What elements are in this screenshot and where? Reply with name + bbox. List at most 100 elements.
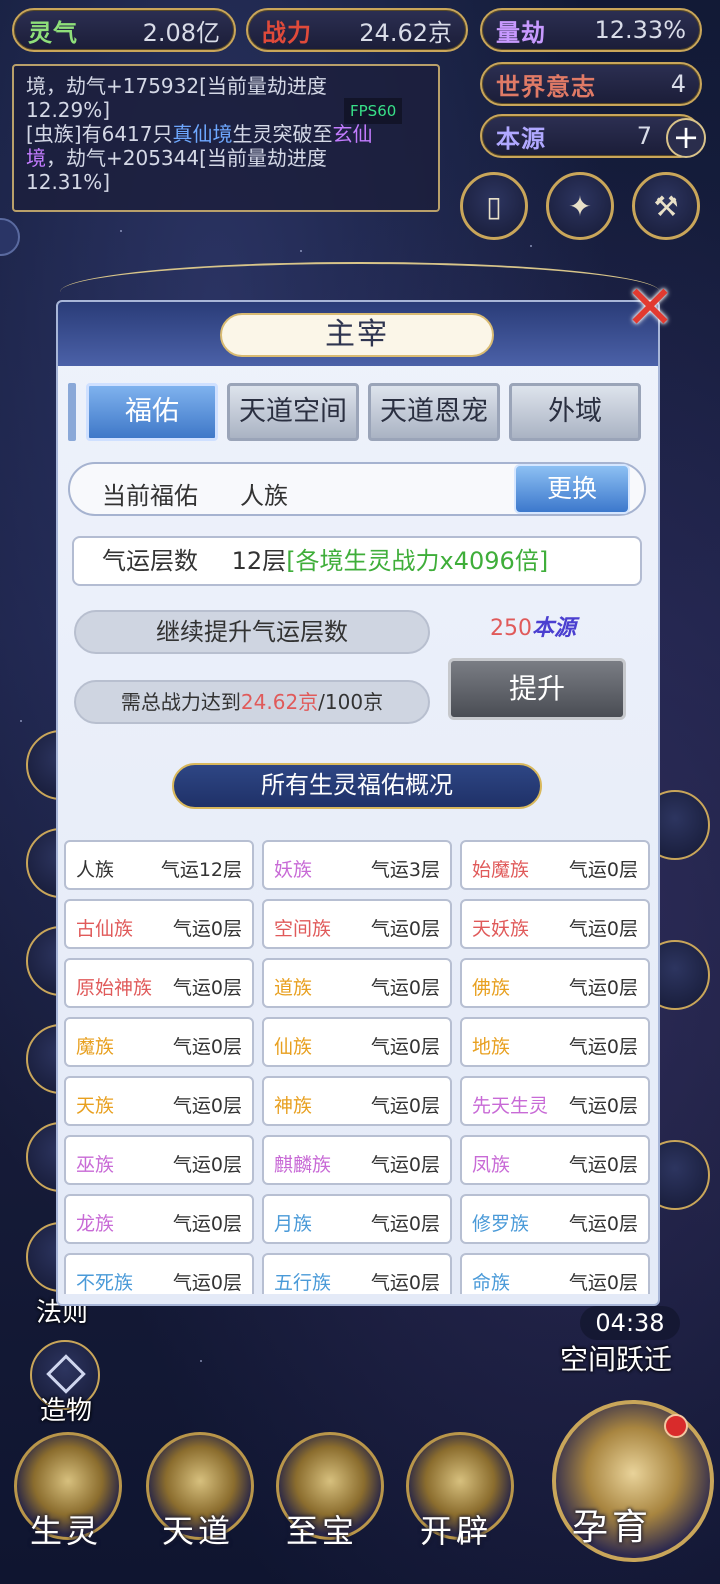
race-luck: 气运0层 bbox=[370, 1272, 440, 1294]
race-cell[interactable]: 原始神族 气运0层 bbox=[64, 958, 254, 1008]
race-cell[interactable]: 神族 气运0层 bbox=[262, 1076, 452, 1126]
race-luck: 气运0层 bbox=[370, 918, 440, 940]
race-name: 巫族 bbox=[76, 1154, 115, 1176]
swap-button[interactable]: 更换 bbox=[514, 464, 630, 514]
race-luck: 气运0层 bbox=[568, 1036, 638, 1058]
race-name: 麒麟族 bbox=[274, 1154, 332, 1176]
stat-value: 12.33% bbox=[594, 16, 686, 44]
race-cell[interactable]: 空间族 气运0层 bbox=[262, 899, 452, 949]
stat-value: 4 bbox=[670, 70, 686, 98]
race-cell[interactable]: 天族 气运0层 bbox=[64, 1076, 254, 1126]
tab-heaven-favor[interactable]: 天道恩宠 bbox=[368, 383, 500, 441]
race-name: 天妖族 bbox=[472, 918, 530, 940]
race-blessing-grid: 人族 气运12层 妖族 气运3层 始魔族 气运0层 古仙族 气运0层 空间族 气运0层 天妖族 气运0… bbox=[56, 836, 660, 1294]
race-luck: 气运0层 bbox=[172, 918, 242, 940]
stat-liangjie: 量劫 12.33% bbox=[480, 8, 702, 52]
race-name: 始魔族 bbox=[472, 859, 530, 881]
race-luck: 气运0层 bbox=[568, 1095, 638, 1117]
nav-creatures[interactable]: 生灵 bbox=[30, 1506, 102, 1552]
race-cell[interactable]: 古仙族 气运0层 bbox=[64, 899, 254, 949]
warp-timer: 04:38 bbox=[580, 1306, 680, 1340]
race-name: 月族 bbox=[274, 1213, 313, 1235]
race-name: 龙族 bbox=[76, 1213, 115, 1235]
race-name: 佛族 bbox=[472, 977, 511, 999]
race-cell[interactable]: 天妖族 气运0层 bbox=[460, 899, 650, 949]
race-luck: 气运12层 bbox=[160, 859, 242, 881]
tab-heaven-space[interactable]: 天道空间 bbox=[227, 383, 359, 441]
race-name: 五行族 bbox=[274, 1272, 332, 1294]
race-cell[interactable]: 人族 气运12层 bbox=[64, 840, 254, 890]
close-icon[interactable]: ✕ bbox=[618, 278, 682, 342]
race-cell[interactable]: 凤族 气运0层 bbox=[460, 1135, 650, 1185]
event-log: 境，劫气+175932[当前量劫进度 12.29%] FPS60 [虫族]有64… bbox=[12, 64, 440, 212]
section-title: 所有生灵福佑概况 bbox=[172, 763, 542, 809]
warp-label[interactable]: 空间跃迁 bbox=[560, 1338, 672, 1378]
nav-genesis[interactable]: 开辟 bbox=[420, 1506, 492, 1552]
race-name: 不死族 bbox=[76, 1272, 134, 1294]
spiral-button[interactable]: ✦ bbox=[546, 172, 614, 240]
nav-heaven[interactable]: 天道 bbox=[162, 1506, 234, 1552]
modal-title: 主宰 bbox=[220, 313, 494, 357]
cards-icon: ▯ bbox=[486, 189, 502, 223]
creation-label: 造物 bbox=[40, 1396, 93, 1426]
req-current: 24.62京 bbox=[240, 690, 319, 714]
stat-origin: 本源 7 + bbox=[480, 114, 706, 158]
luck-bonus: [各境生灵战力x4096倍] bbox=[286, 547, 549, 575]
race-luck: 气运0层 bbox=[370, 1095, 440, 1117]
race-cell[interactable]: 修罗族 气运0层 bbox=[460, 1194, 650, 1244]
side-tab-chip[interactable] bbox=[0, 218, 20, 256]
log-text: 12.29%] bbox=[26, 98, 111, 122]
req-suffix: /100京 bbox=[318, 690, 384, 714]
race-cell[interactable]: 不死族 气运0层 bbox=[64, 1253, 254, 1294]
race-name: 人族 bbox=[76, 859, 115, 881]
race-cell[interactable]: 魔族 气运0层 bbox=[64, 1017, 254, 1067]
race-cell[interactable]: 地族 气运0层 bbox=[460, 1017, 650, 1067]
hammer-button[interactable]: ⚒ bbox=[632, 172, 700, 240]
race-luck: 气运0层 bbox=[568, 859, 638, 881]
log-line: 境，劫气+205344[当前量劫进度 bbox=[26, 146, 426, 170]
race-luck: 气运3层 bbox=[370, 859, 440, 881]
race-cell[interactable]: 先天生灵 气运0层 bbox=[460, 1076, 650, 1126]
race-luck: 气运0层 bbox=[370, 1154, 440, 1176]
upgrade-cost: 250本源 bbox=[490, 610, 576, 642]
tab-blessing[interactable]: 福佑 bbox=[86, 383, 218, 441]
race-cell[interactable]: 月族 气运0层 bbox=[262, 1194, 452, 1244]
hammer-icon: ⚒ bbox=[653, 189, 679, 223]
log-line: 境，劫气+175932[当前量劫进度 bbox=[26, 74, 426, 98]
add-origin-button[interactable]: + bbox=[666, 118, 706, 158]
log-text: 境，劫气+175932[当前量劫进度 bbox=[26, 74, 327, 98]
race-cell[interactable]: 命族 气运0层 bbox=[460, 1253, 650, 1294]
race-cell[interactable]: 麒麟族 气运0层 bbox=[262, 1135, 452, 1185]
power-requirement: 需总战力达到24.62京/100京 bbox=[74, 680, 430, 724]
nav-treasure[interactable]: 至宝 bbox=[286, 1506, 358, 1552]
fps-counter: FPS60 bbox=[344, 98, 403, 124]
cards-button[interactable]: ▯ bbox=[460, 172, 528, 240]
race-luck: 气运0层 bbox=[370, 1213, 440, 1235]
stat-label: 世界意志 bbox=[496, 72, 596, 101]
race-cell[interactable]: 佛族 气运0层 bbox=[460, 958, 650, 1008]
race-cell[interactable]: 龙族 气运0层 bbox=[64, 1194, 254, 1244]
race-cell[interactable]: 始魔族 气运0层 bbox=[460, 840, 650, 890]
race-name: 先天生灵 bbox=[472, 1095, 549, 1117]
nav-nurture[interactable]: 孕育 bbox=[572, 1498, 652, 1550]
realm-name: 真仙境 bbox=[172, 122, 233, 146]
race-name: 原始神族 bbox=[76, 977, 153, 999]
race-cell[interactable]: 五行族 气运0层 bbox=[262, 1253, 452, 1294]
log-text: ，劫气+205344[当前量劫进度 bbox=[46, 146, 327, 170]
race-name: 神族 bbox=[274, 1095, 313, 1117]
tab-outer-domain[interactable]: 外域 bbox=[509, 383, 641, 441]
stat-label: 战力 bbox=[262, 18, 312, 47]
race-luck: 气运0层 bbox=[568, 1154, 638, 1176]
race-cell[interactable]: 道族 气运0层 bbox=[262, 958, 452, 1008]
race-cell[interactable]: 巫族 气运0层 bbox=[64, 1135, 254, 1185]
cost-number: 250 bbox=[490, 616, 532, 641]
race-name: 仙族 bbox=[274, 1036, 313, 1058]
race-cell[interactable]: 妖族 气运3层 bbox=[262, 840, 452, 890]
race-cell[interactable]: 仙族 气运0层 bbox=[262, 1017, 452, 1067]
race-name: 地族 bbox=[472, 1036, 511, 1058]
luck-level: 12层 bbox=[231, 547, 287, 575]
race-luck: 气运0层 bbox=[172, 1036, 242, 1058]
star bbox=[530, 245, 532, 247]
upgrade-button[interactable]: 提升 bbox=[448, 658, 626, 720]
race-luck: 气运0层 bbox=[172, 1272, 242, 1294]
